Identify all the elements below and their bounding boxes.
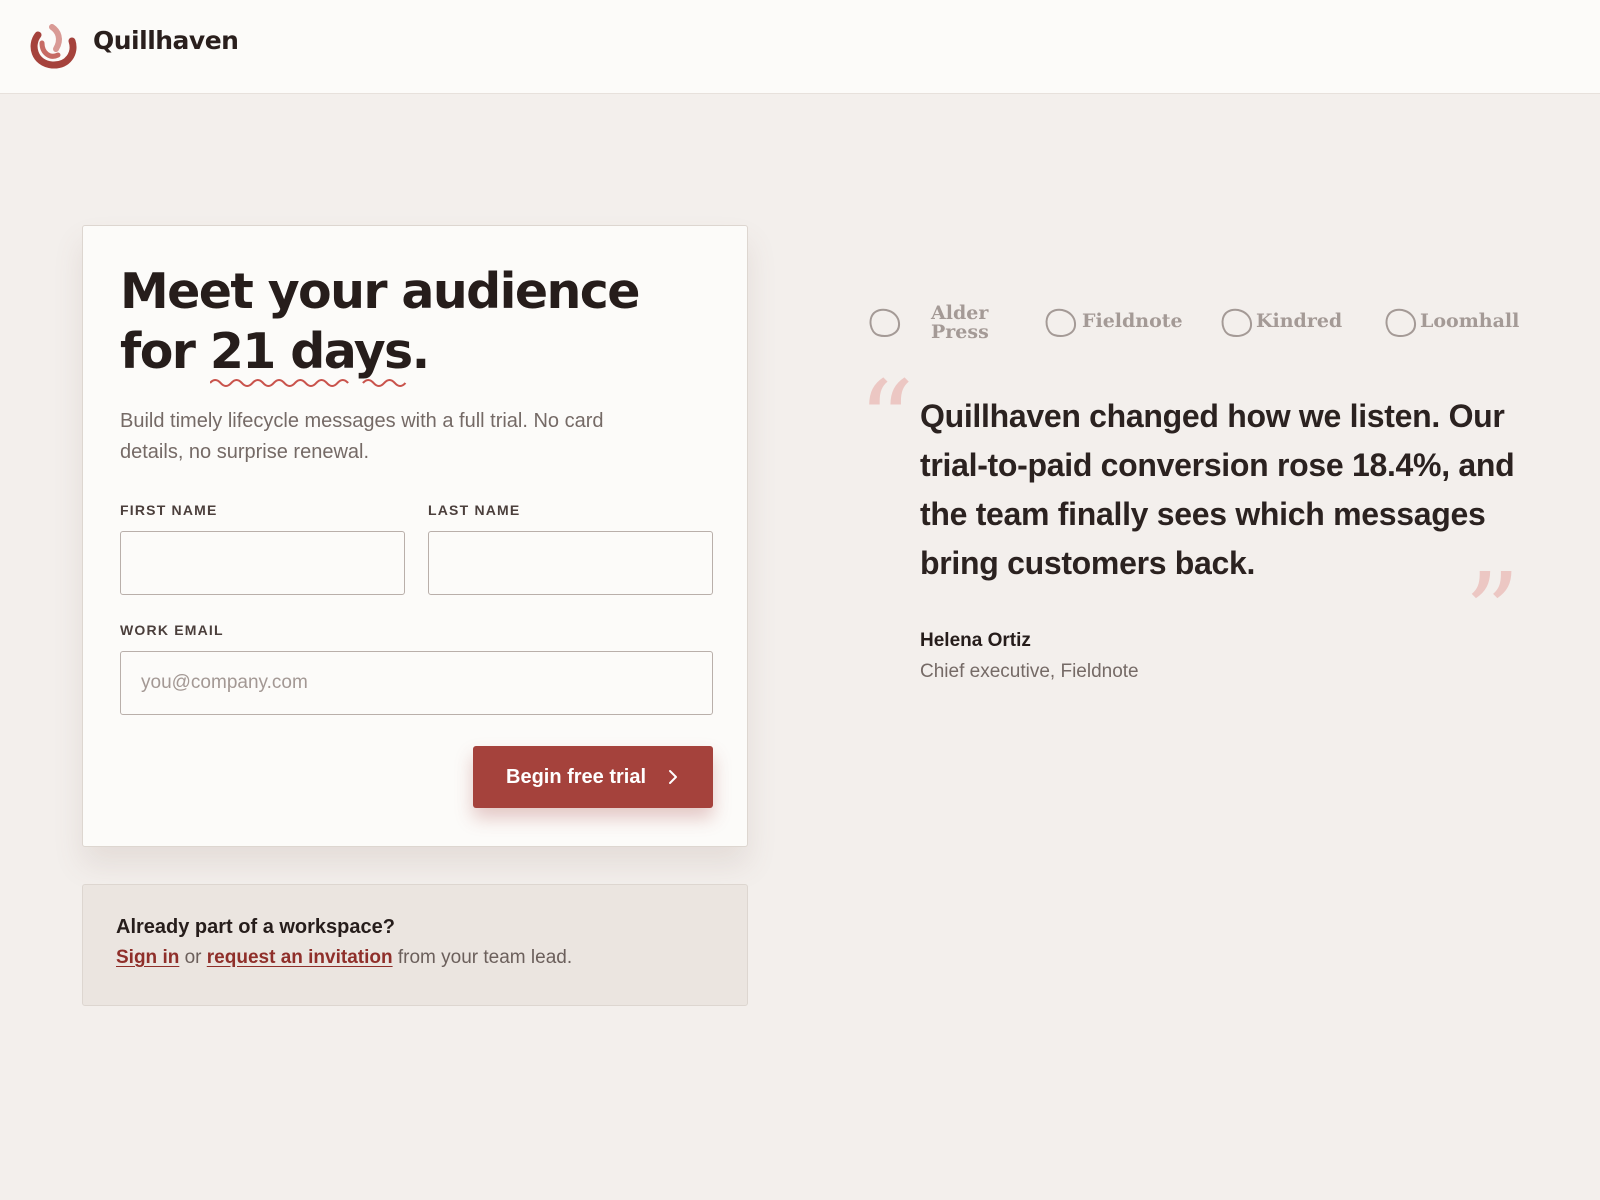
logo-name-loomhall: Loomhall: [1420, 310, 1520, 332]
brand-name[interactable]: Quillhaven: [93, 26, 239, 55]
team-lead-text: from your team lead.: [392, 947, 573, 968]
page-title: Meet your audience for 21 days .: [120, 262, 640, 387]
headline-highlight-unit: days: [290, 323, 413, 380]
chevron-right-icon: [667, 746, 679, 833]
headline-space: [275, 323, 290, 380]
open-quote-icon: “: [858, 357, 915, 485]
existing-workspace-title: Already part of a workspace?: [116, 916, 395, 938]
top-bar: Quillhaven: [0, 0, 1600, 94]
sign-in-link[interactable]: Sign in: [116, 947, 179, 968]
headline-prefix: for: [120, 323, 210, 380]
existing-workspace-text: Sign in or request an invitation from yo…: [116, 947, 572, 969]
work-email-label: WORK EMAIL: [120, 622, 224, 638]
begin-free-trial-button[interactable]: Begin free trial: [473, 746, 713, 808]
first-name-label: FIRST NAME: [120, 502, 218, 518]
logo-name-fieldnote: Fieldnote: [1082, 310, 1183, 332]
first-name-input[interactable]: [120, 531, 405, 595]
testimonial-author: Helena Ortiz: [920, 630, 1031, 651]
blob-icon: [1045, 308, 1077, 337]
logo-loomhall: Loomhall: [1384, 302, 1524, 342]
begin-free-trial-label: Begin free trial: [506, 766, 647, 788]
testimonial-role: Chief executive, Fieldnote: [920, 661, 1139, 682]
last-name-label: LAST NAME: [428, 502, 521, 518]
headline-highlight-number: 21: [209, 323, 277, 380]
headline-line-1: Meet your audience: [120, 263, 640, 320]
request-invitation-link[interactable]: request an invitation: [207, 947, 393, 968]
logo-kindred: Kindred: [1220, 302, 1350, 342]
headline-period: .: [411, 323, 431, 380]
work-email-input[interactable]: you@company.com: [120, 651, 713, 715]
customer-logos: Alder Press Fieldnote Kindred Loomhall: [868, 302, 1519, 342]
testimonial-quote: Quillhaven changed how we listen. Our tr…: [920, 398, 1515, 581]
last-name-input[interactable]: [428, 531, 713, 595]
signup-card: Meet your audience for 21 days . Build t…: [82, 225, 748, 847]
subtext: Build timely lifecycle messages with a f…: [120, 410, 604, 463]
work-email-placeholder: you@company.com: [141, 672, 308, 693]
blob-icon: [1221, 308, 1253, 337]
blob-icon: [869, 308, 901, 337]
blob-icon: [1385, 308, 1417, 337]
existing-workspace-panel: Already part of a workspace? Sign in or …: [82, 884, 748, 1006]
quillhaven-logo-icon[interactable]: [28, 21, 80, 69]
logo-name-kindred: Kindred: [1256, 310, 1343, 332]
logo-fieldnote: Fieldnote: [1044, 302, 1184, 342]
logo-name-alder-press: Alder Press: [931, 304, 989, 342]
squiggle-underline-icon: [209, 379, 407, 387]
or-text: or: [179, 947, 207, 968]
logo-alder-press: Alder Press: [868, 302, 989, 342]
close-quote-icon: ”: [1464, 549, 1521, 677]
headline-highlight: 21 days: [209, 322, 413, 387]
logo-name-line-2: Press: [931, 321, 989, 343]
